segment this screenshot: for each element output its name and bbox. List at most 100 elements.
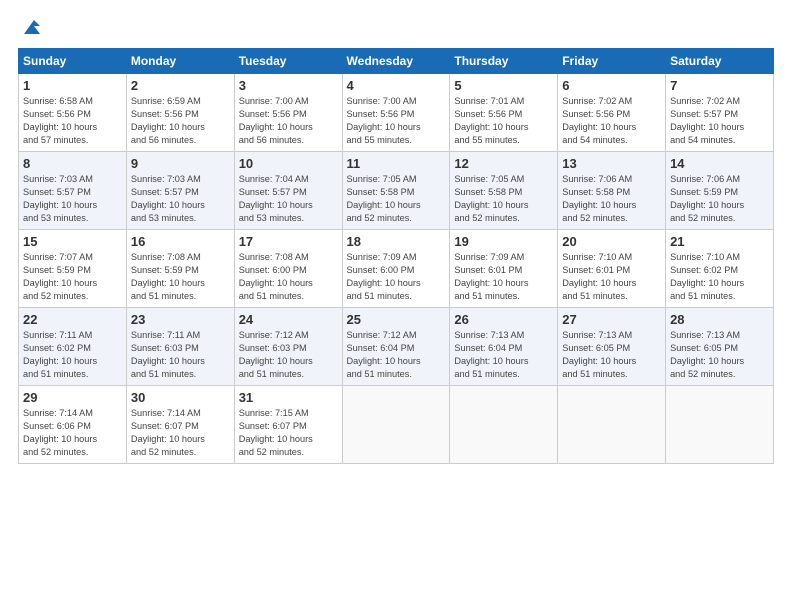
day-detail: Sunrise: 7:12 AMSunset: 6:04 PMDaylight:…	[347, 329, 446, 381]
calendar-cell: 22 Sunrise: 7:11 AMSunset: 6:02 PMDayligh…	[19, 308, 127, 386]
calendar-cell: 1Sunrise: 6:58 AMSunset: 5:56 PMDaylight…	[19, 74, 127, 152]
day-detail: Sunrise: 7:05 AMSunset: 5:58 PMDaylight:…	[454, 173, 553, 225]
day-number: 27	[562, 312, 661, 327]
day-number: 8	[23, 156, 122, 171]
calendar-cell: 20Sunrise: 7:10 AMSunset: 6:01 PMDayligh…	[558, 230, 666, 308]
day-detail: Sunrise: 7:03 AMSunset: 5:57 PMDaylight:…	[131, 173, 230, 225]
calendar-cell: 15 Sunrise: 7:07 AMSunset: 5:59 PMDayligh…	[19, 230, 127, 308]
day-number: 23	[131, 312, 230, 327]
day-number: 22	[23, 312, 122, 327]
header-day-sunday: Sunday	[19, 49, 127, 74]
calendar-week-2: 8 Sunrise: 7:03 AMSunset: 5:57 PMDaylight…	[19, 152, 774, 230]
calendar-cell: 29 Sunrise: 7:14 AMSunset: 6:06 PMDayligh…	[19, 386, 127, 464]
calendar-cell: 7Sunrise: 7:02 AMSunset: 5:57 PMDaylight…	[666, 74, 774, 152]
day-detail: Sunrise: 7:08 AMSunset: 6:00 PMDaylight:…	[239, 251, 338, 303]
header-day-tuesday: Tuesday	[234, 49, 342, 74]
day-number: 13	[562, 156, 661, 171]
calendar-week-3: 15 Sunrise: 7:07 AMSunset: 5:59 PMDayligh…	[19, 230, 774, 308]
calendar-cell: 27 Sunrise: 7:13 AMSunset: 6:05 PMDayligh…	[558, 308, 666, 386]
day-detail: Sunrise: 7:05 AMSunset: 5:58 PMDaylight:…	[347, 173, 446, 225]
header-day-thursday: Thursday	[450, 49, 558, 74]
calendar-table: SundayMondayTuesdayWednesdayThursdayFrid…	[18, 48, 774, 464]
day-detail: Sunrise: 7:00 AMSunset: 5:56 PMDaylight:…	[347, 95, 446, 147]
day-detail: Sunrise: 7:06 AMSunset: 5:58 PMDaylight:…	[562, 173, 661, 225]
calendar-cell: 16 Sunrise: 7:08 AMSunset: 5:59 PMDayligh…	[126, 230, 234, 308]
day-detail: Sunrise: 7:13 AMSunset: 6:05 PMDaylight:…	[562, 329, 661, 381]
calendar-cell	[558, 386, 666, 464]
calendar-cell: 23 Sunrise: 7:11 AMSunset: 6:03 PMDayligh…	[126, 308, 234, 386]
day-number: 24	[239, 312, 338, 327]
day-detail: Sunrise: 6:58 AMSunset: 5:56 PMDaylight:…	[23, 95, 122, 147]
calendar-week-4: 22 Sunrise: 7:11 AMSunset: 6:02 PMDayligh…	[19, 308, 774, 386]
day-number: 12	[454, 156, 553, 171]
day-number: 14	[670, 156, 769, 171]
calendar-cell: 24 Sunrise: 7:12 AMSunset: 6:03 PMDayligh…	[234, 308, 342, 386]
day-detail: Sunrise: 7:02 AMSunset: 5:57 PMDaylight:…	[670, 95, 769, 147]
page: SundayMondayTuesdayWednesdayThursdayFrid…	[0, 0, 792, 612]
day-number: 6	[562, 78, 661, 93]
day-detail: Sunrise: 7:04 AMSunset: 5:57 PMDaylight:…	[239, 173, 338, 225]
calendar-cell: 10Sunrise: 7:04 AMSunset: 5:57 PMDayligh…	[234, 152, 342, 230]
calendar-cell: 12 Sunrise: 7:05 AMSunset: 5:58 PMDayligh…	[450, 152, 558, 230]
logo	[18, 18, 42, 38]
day-detail: Sunrise: 7:02 AMSunset: 5:56 PMDaylight:…	[562, 95, 661, 147]
calendar-week-1: 1Sunrise: 6:58 AMSunset: 5:56 PMDaylight…	[19, 74, 774, 152]
calendar-cell: 18Sunrise: 7:09 AMSunset: 6:00 PMDayligh…	[342, 230, 450, 308]
day-detail: Sunrise: 7:01 AMSunset: 5:56 PMDaylight:…	[454, 95, 553, 147]
day-number: 21	[670, 234, 769, 249]
day-detail: Sunrise: 7:14 AMSunset: 6:06 PMDaylight:…	[23, 407, 122, 459]
header-day-friday: Friday	[558, 49, 666, 74]
day-detail: Sunrise: 7:15 AMSunset: 6:07 PMDaylight:…	[239, 407, 338, 459]
day-detail: Sunrise: 7:12 AMSunset: 6:03 PMDaylight:…	[239, 329, 338, 381]
day-detail: Sunrise: 7:00 AMSunset: 5:56 PMDaylight:…	[239, 95, 338, 147]
day-detail: Sunrise: 6:59 AMSunset: 5:56 PMDaylight:…	[131, 95, 230, 147]
calendar-cell: 9Sunrise: 7:03 AMSunset: 5:57 PMDaylight…	[126, 152, 234, 230]
day-detail: Sunrise: 7:08 AMSunset: 5:59 PMDaylight:…	[131, 251, 230, 303]
calendar-cell	[666, 386, 774, 464]
calendar-cell: 26Sunrise: 7:13 AMSunset: 6:04 PMDayligh…	[450, 308, 558, 386]
calendar-header: SundayMondayTuesdayWednesdayThursdayFrid…	[19, 49, 774, 74]
day-detail: Sunrise: 7:03 AMSunset: 5:57 PMDaylight:…	[23, 173, 122, 225]
day-number: 17	[239, 234, 338, 249]
calendar-cell	[450, 386, 558, 464]
day-number: 29	[23, 390, 122, 405]
day-detail: Sunrise: 7:09 AMSunset: 6:01 PMDaylight:…	[454, 251, 553, 303]
day-detail: Sunrise: 7:07 AMSunset: 5:59 PMDaylight:…	[23, 251, 122, 303]
calendar-cell: 31 Sunrise: 7:15 AMSunset: 6:07 PMDayligh…	[234, 386, 342, 464]
calendar-cell: 4Sunrise: 7:00 AMSunset: 5:56 PMDaylight…	[342, 74, 450, 152]
day-number: 18	[347, 234, 446, 249]
calendar-cell: 14 Sunrise: 7:06 AMSunset: 5:59 PMDayligh…	[666, 152, 774, 230]
logo-icon	[20, 16, 42, 38]
calendar-week-5: 29 Sunrise: 7:14 AMSunset: 6:06 PMDayligh…	[19, 386, 774, 464]
day-number: 30	[131, 390, 230, 405]
header-day-saturday: Saturday	[666, 49, 774, 74]
day-detail: Sunrise: 7:11 AMSunset: 6:02 PMDaylight:…	[23, 329, 122, 381]
day-number: 5	[454, 78, 553, 93]
calendar-cell: 3 Sunrise: 7:00 AMSunset: 5:56 PMDaylight…	[234, 74, 342, 152]
day-detail: Sunrise: 7:10 AMSunset: 6:01 PMDaylight:…	[562, 251, 661, 303]
calendar-cell: 30 Sunrise: 7:14 AMSunset: 6:07 PMDayligh…	[126, 386, 234, 464]
calendar-cell: 19 Sunrise: 7:09 AMSunset: 6:01 PMDayligh…	[450, 230, 558, 308]
calendar-cell: 17 Sunrise: 7:08 AMSunset: 6:00 PMDayligh…	[234, 230, 342, 308]
day-number: 3	[239, 78, 338, 93]
calendar-cell: 5 Sunrise: 7:01 AMSunset: 5:56 PMDaylight…	[450, 74, 558, 152]
calendar-cell: 6 Sunrise: 7:02 AMSunset: 5:56 PMDaylight…	[558, 74, 666, 152]
day-number: 31	[239, 390, 338, 405]
day-number: 2	[131, 78, 230, 93]
header-day-monday: Monday	[126, 49, 234, 74]
calendar-cell: 28Sunrise: 7:13 AMSunset: 6:05 PMDayligh…	[666, 308, 774, 386]
day-number: 16	[131, 234, 230, 249]
day-detail: Sunrise: 7:11 AMSunset: 6:03 PMDaylight:…	[131, 329, 230, 381]
day-detail: Sunrise: 7:10 AMSunset: 6:02 PMDaylight:…	[670, 251, 769, 303]
calendar-cell: 13 Sunrise: 7:06 AMSunset: 5:58 PMDayligh…	[558, 152, 666, 230]
calendar-cell: 21 Sunrise: 7:10 AMSunset: 6:02 PMDayligh…	[666, 230, 774, 308]
day-number: 15	[23, 234, 122, 249]
day-detail: Sunrise: 7:14 AMSunset: 6:07 PMDaylight:…	[131, 407, 230, 459]
calendar-cell: 2 Sunrise: 6:59 AMSunset: 5:56 PMDaylight…	[126, 74, 234, 152]
day-number: 19	[454, 234, 553, 249]
day-number: 11	[347, 156, 446, 171]
header-day-wednesday: Wednesday	[342, 49, 450, 74]
day-detail: Sunrise: 7:06 AMSunset: 5:59 PMDaylight:…	[670, 173, 769, 225]
calendar-body: 1Sunrise: 6:58 AMSunset: 5:56 PMDaylight…	[19, 74, 774, 464]
calendar-cell: 11 Sunrise: 7:05 AMSunset: 5:58 PMDayligh…	[342, 152, 450, 230]
